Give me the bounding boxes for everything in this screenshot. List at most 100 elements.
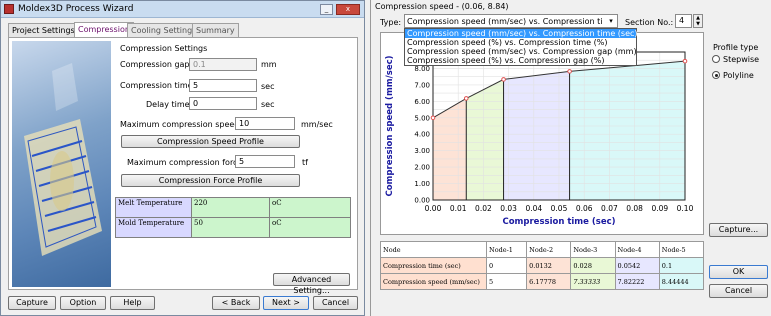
x-tick-label: 0.05 xyxy=(551,204,568,213)
node-header: Node-5 xyxy=(658,241,705,258)
table-row: Compression time (sec) 0 0.0132 0.028 0.… xyxy=(380,257,705,274)
wizard-window: Moldex3D Process Wizard _ x Project Sett… xyxy=(0,0,365,316)
y-axis-label: Compression speed (mm/sec) xyxy=(385,55,395,196)
delay-label: Delay time : xyxy=(146,100,195,109)
back-button[interactable]: < Back xyxy=(212,296,260,310)
mold-temp-label: Mold Temperature xyxy=(115,217,192,238)
wizard-title: Moldex3D Process Wizard xyxy=(18,4,134,14)
table-cell[interactable]: 0.1 xyxy=(658,257,705,274)
force-profile-button[interactable]: Compression Force Profile xyxy=(121,174,300,187)
type-option[interactable]: Compression speed (mm/sec) vs. Compressi… xyxy=(405,47,637,56)
capture-dialog-button[interactable]: Capture... xyxy=(709,223,768,237)
close-icon[interactable]: x xyxy=(336,4,360,15)
data-point xyxy=(567,69,572,74)
type-label: Type: xyxy=(380,18,402,27)
option-button[interactable]: Option xyxy=(60,296,106,310)
section-fill xyxy=(466,79,504,200)
y-tick-label: 3.00 xyxy=(414,147,430,155)
x-tick-label: 0.08 xyxy=(626,204,643,213)
type-option[interactable]: Compression speed (mm/sec) vs. Compressi… xyxy=(405,29,638,38)
compression-time-field[interactable]: 5 xyxy=(189,79,257,92)
node-header: Node-2 xyxy=(526,241,572,258)
section-no-label: Section No.: xyxy=(625,18,674,27)
help-button[interactable]: Help xyxy=(110,296,155,310)
table-cell[interactable]: 8.44444 xyxy=(658,273,705,290)
x-tick-label: 0.07 xyxy=(601,204,618,213)
type-option[interactable]: Compression speed (%) vs. Compression ti… xyxy=(405,38,636,47)
ok-button[interactable]: OK xyxy=(709,265,768,279)
x-tick-label: 0.00 xyxy=(425,204,442,213)
x-tick-label: 0.09 xyxy=(651,204,668,213)
delay-unit: sec xyxy=(261,100,275,109)
table-cell[interactable]: 7.33333 xyxy=(570,273,616,290)
stepwise-label: Stepwise xyxy=(723,55,760,64)
x-tick-label: 0.04 xyxy=(525,204,542,213)
table-cell[interactable]: 0.0132 xyxy=(526,257,572,274)
table-cell[interactable]: 7.82222 xyxy=(614,273,660,290)
y-tick-label: 7.00 xyxy=(414,81,430,89)
mold-temp-unit: oC xyxy=(269,217,351,238)
table-cell[interactable]: 0.0542 xyxy=(614,257,660,274)
node-table: Node Node-1 Node-2 Node-3 Node-4 Node-5 … xyxy=(380,241,705,290)
max-speed-field[interactable]: 10 xyxy=(235,117,295,130)
stepwise-radio[interactable] xyxy=(712,55,720,63)
x-axis-label: Compression time (sec) xyxy=(502,217,615,227)
radio-dot-icon xyxy=(715,74,718,77)
row-label: Compression time (sec) xyxy=(380,257,487,274)
type-select[interactable]: Compression speed (mm/sec) vs. Compressi… xyxy=(404,14,618,28)
section-fill xyxy=(503,71,570,200)
minimize-icon[interactable]: _ xyxy=(320,4,333,15)
data-point xyxy=(463,96,469,101)
gap-field: 0.1 xyxy=(189,58,257,71)
node-header: Node-4 xyxy=(614,241,660,258)
data-point xyxy=(682,58,688,64)
max-speed-label: Maximum compression speed : xyxy=(120,120,245,129)
data-point xyxy=(430,115,436,121)
x-tick-label: 0.02 xyxy=(475,204,492,213)
melt-temp-value[interactable]: 220 xyxy=(191,197,270,218)
table-cell[interactable]: 5 xyxy=(485,273,528,290)
x-tick-label: 0.10 xyxy=(677,204,694,213)
speed-profile-button[interactable]: Compression Speed Profile xyxy=(121,135,300,148)
section-spinner[interactable]: ▲ ▼ xyxy=(693,14,703,28)
type-dropdown-list[interactable]: Compression speed (mm/sec) vs. Compressi… xyxy=(404,28,638,66)
cancel-button[interactable]: Cancel xyxy=(313,296,358,310)
row-label: Compression speed (mm/sec) xyxy=(380,273,487,290)
profile-type-label: Profile type xyxy=(713,43,759,52)
wizard-illustration xyxy=(12,41,111,287)
y-tick-label: 1.00 xyxy=(414,180,430,188)
gap-unit: mm xyxy=(261,60,277,69)
tab-project-settings[interactable]: Project Settings xyxy=(8,23,79,37)
type-option[interactable]: Compression speed (%) vs. Compression ga… xyxy=(405,56,636,65)
table-cell[interactable]: 0.028 xyxy=(570,257,616,274)
gap-label: Compression gap : xyxy=(120,60,195,69)
max-force-field[interactable]: 5 xyxy=(235,155,295,168)
mold-temp-value[interactable]: 50 xyxy=(191,217,270,238)
x-tick-label: 0.03 xyxy=(500,204,517,213)
table-cell[interactable]: 0 xyxy=(485,257,528,274)
x-tick-label: 0.06 xyxy=(576,204,593,213)
node-header: Node xyxy=(380,241,487,258)
table-row: Melt Temperature 220 oC xyxy=(115,197,351,218)
node-header: Node-1 xyxy=(485,241,528,258)
time-label: Compression time : xyxy=(120,81,198,90)
section-fill xyxy=(433,98,467,200)
table-cell[interactable]: 6.17778 xyxy=(526,273,572,290)
tab-compression[interactable]: Compression xyxy=(74,22,134,37)
advanced-setting-button[interactable]: Advanced Setting... xyxy=(273,273,350,295)
tab-summary[interactable]: Summary xyxy=(192,23,239,37)
tab-panel: Compression Settings Compression gap : 0… xyxy=(8,37,358,295)
dialog-cancel-button[interactable]: Cancel xyxy=(709,284,768,298)
x-tick-label: 0.01 xyxy=(450,204,467,213)
chevron-down-icon[interactable]: ▾ xyxy=(606,16,616,26)
table-row: Node Node-1 Node-2 Node-3 Node-4 Node-5 xyxy=(380,241,705,258)
delay-time-field[interactable]: 0 xyxy=(189,97,257,110)
max-speed-unit: mm/sec xyxy=(301,120,333,129)
section-no-field[interactable]: 4 xyxy=(675,14,692,28)
data-point xyxy=(501,77,506,82)
temperature-table: Melt Temperature 220 oC Mold Temperature… xyxy=(115,197,351,238)
next-button[interactable]: Next > xyxy=(263,296,309,310)
tab-cooling-settings[interactable]: Cooling Settings xyxy=(127,23,201,37)
capture-button[interactable]: Capture xyxy=(8,296,56,310)
polyline-radio[interactable] xyxy=(712,71,720,79)
